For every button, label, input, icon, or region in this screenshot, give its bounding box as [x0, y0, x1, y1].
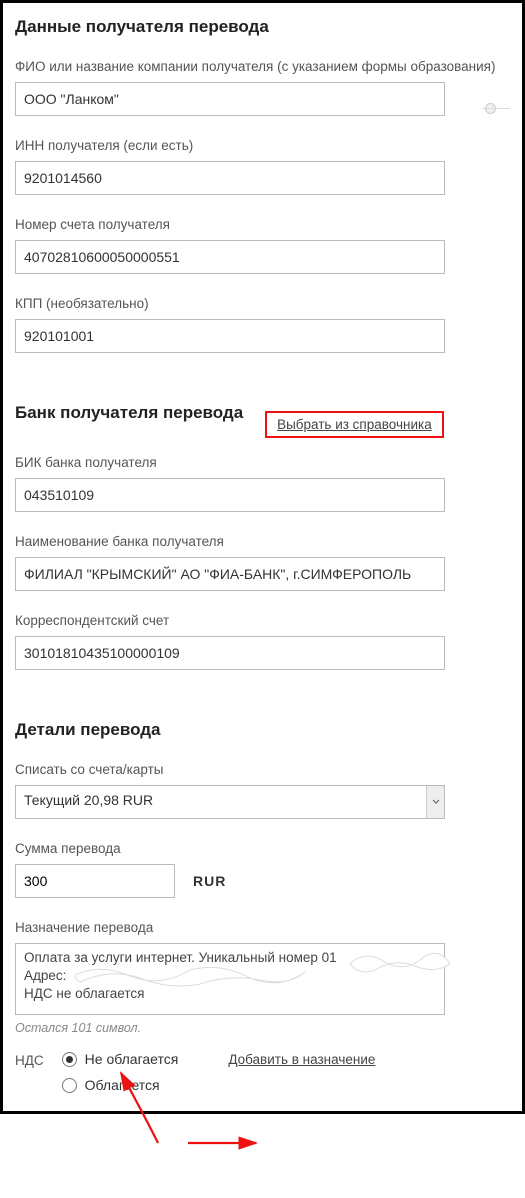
bank-bik-label: БИК банка получателя [15, 455, 510, 470]
nds-option-taxed-label: Облагается [85, 1077, 160, 1093]
bank-corr-input[interactable] [15, 636, 445, 670]
recipient-account-label: Номер счета получателя [15, 217, 510, 232]
add-to-purpose-link[interactable]: Добавить в назначение [228, 1052, 375, 1067]
recipient-name-label: ФИО или название компании получателя (с … [15, 59, 510, 74]
recipient-account-input[interactable] [15, 240, 445, 274]
bank-bik-input[interactable] [15, 478, 445, 512]
bank-directory-link[interactable]: Выбрать из справочника [265, 411, 444, 438]
nds-radio-not-taxed[interactable] [62, 1052, 77, 1067]
recipient-kpp-label: КПП (необязательно) [15, 296, 510, 311]
purpose-line-3: НДС не облагается [24, 985, 436, 1003]
source-account-label: Списать со счета/карты [15, 762, 510, 777]
purpose-line-2: Адрес: [24, 967, 436, 985]
currency-label: RUR [193, 873, 226, 889]
bank-name-input[interactable] [15, 557, 445, 591]
purpose-line-1: Оплата за услуги интернет. Уникальный но… [24, 949, 436, 967]
recipient-inn-input[interactable] [15, 161, 445, 195]
source-account-select[interactable]: Текущий 20,98 RUR [15, 785, 445, 819]
nds-radio-taxed[interactable] [62, 1078, 77, 1093]
nds-label: НДС [15, 1051, 44, 1068]
chars-remaining-hint: Остался 101 символ. [15, 1021, 510, 1035]
bank-name-label: Наименование банка получателя [15, 534, 510, 549]
chevron-down-icon [426, 786, 444, 818]
source-account-value: Текущий 20,98 RUR [24, 792, 153, 808]
amount-input[interactable] [15, 864, 175, 898]
recipient-kpp-input[interactable] [15, 319, 445, 353]
purpose-textarea[interactable]: Оплата за услуги интернет. Уникальный но… [15, 943, 445, 1015]
section-title-details: Детали перевода [15, 720, 510, 740]
bank-corr-label: Корреспондентский счет [15, 613, 510, 628]
nds-option-not-taxed-label: Не облагается [85, 1051, 179, 1067]
section-title-bank: Банк получателя перевода [15, 403, 243, 423]
amount-label: Сумма перевода [15, 841, 510, 856]
section-title-recipient: Данные получателя перевода [15, 17, 510, 37]
recipient-name-input[interactable] [15, 82, 445, 116]
purpose-label: Назначение перевода [15, 920, 510, 935]
recipient-inn-label: ИНН получателя (если есть) [15, 138, 510, 153]
